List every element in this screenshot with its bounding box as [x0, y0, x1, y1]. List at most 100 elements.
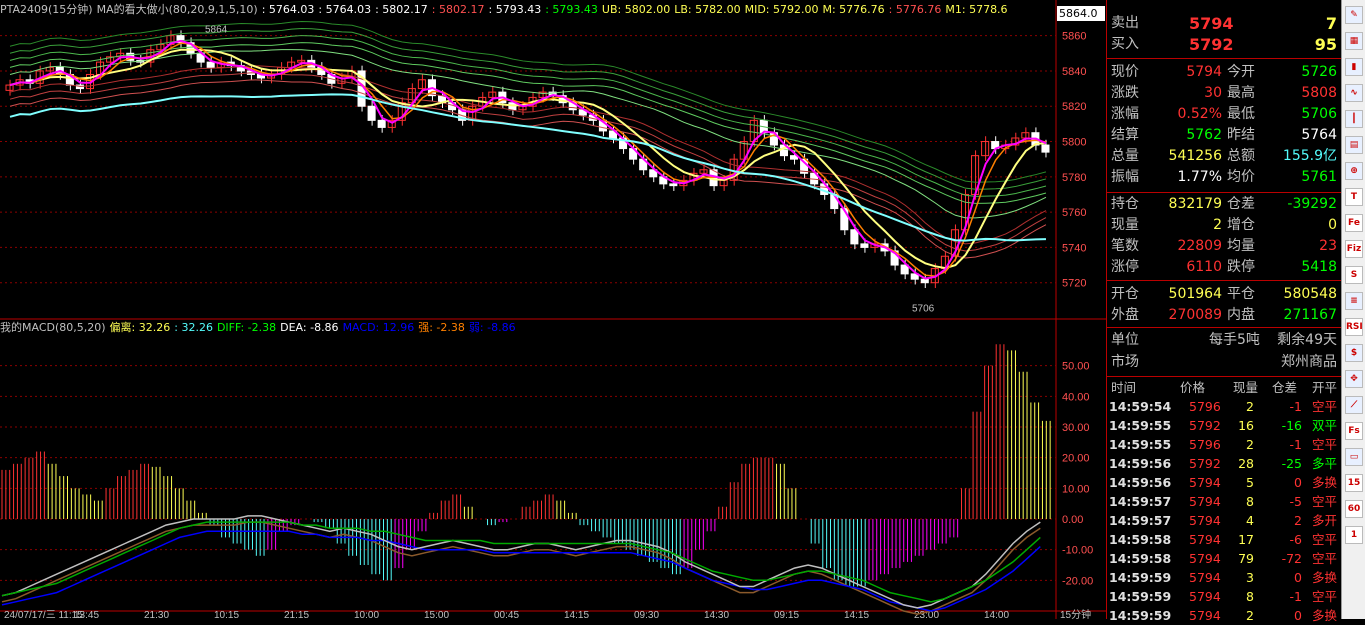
tick-t: 14:59:55 — [1109, 418, 1172, 433]
toolbar-button-fiz[interactable]: Fiz — [1345, 240, 1363, 258]
price-axis-label: 5740 — [1062, 242, 1086, 254]
quote-label: 今开 — [1227, 64, 1255, 80]
tick-v: 16 — [1238, 418, 1254, 433]
quote-value: 2 — [1213, 217, 1222, 233]
time-axis-label: 10:15 — [214, 610, 239, 619]
quote-value: 271167 — [1283, 307, 1337, 323]
tick-t: 14:59:57 — [1109, 494, 1172, 509]
tick-row: 14:59:59 5794 2 0 多换 — [1107, 606, 1342, 625]
tick-t: 14:59:59 — [1109, 589, 1172, 604]
quote-label: 涨幅 — [1111, 106, 1139, 122]
tick-k: 空平 — [1312, 532, 1338, 547]
tick-d: -1 — [1289, 589, 1302, 604]
quote-row: 涨停 6110 跌停 5418 — [1107, 257, 1342, 278]
tick-d: -16 — [1281, 418, 1302, 433]
candle-icon[interactable]: ┃ — [1345, 110, 1363, 128]
tick-d: 0 — [1294, 475, 1302, 490]
quote-value: 832179 — [1168, 196, 1222, 212]
divider — [1107, 376, 1342, 377]
tick-v: 4 — [1246, 513, 1254, 528]
tick-row: 14:59:58 5794 79 -72 空平 — [1107, 549, 1342, 568]
ma-cyan-line — [9, 93, 1046, 242]
move-icon[interactable]: ✥ — [1345, 370, 1363, 388]
low-mark-label: 5706 — [912, 303, 935, 314]
quote-value: 1.77% — [1177, 169, 1222, 185]
main-header-item: : 5793.43 — [488, 3, 542, 16]
tick-t: 14:59:59 — [1109, 570, 1172, 585]
toolbar-button-15[interactable]: 15 — [1345, 474, 1363, 492]
tick-t: 14:59:56 — [1109, 456, 1172, 471]
quote-value: 23 — [1319, 238, 1337, 254]
tick-header-time: 时间 — [1111, 380, 1137, 395]
list-icon[interactable]: ≡ — [1345, 292, 1363, 310]
ask-row: 卖出 5794 7 — [1107, 13, 1342, 34]
bar-icon[interactable]: ▮ — [1345, 58, 1363, 76]
dollar-icon[interactable]: $ — [1345, 344, 1363, 362]
ma-band-line — [9, 28, 1047, 190]
quote-value: 5726 — [1301, 64, 1337, 80]
quote-label: 现价 — [1111, 64, 1139, 80]
tick-d: 0 — [1294, 570, 1302, 585]
quote-label: 结算 — [1111, 127, 1139, 143]
candle-body — [1041, 144, 1050, 153]
toolbar-button-60[interactable]: 60 — [1345, 500, 1363, 518]
price-axis-label: 5720 — [1062, 278, 1086, 290]
quote-label: 跌停 — [1227, 259, 1255, 275]
tick-k: 空平 — [1312, 437, 1338, 452]
macd-header-item: 强: -2.38 — [418, 321, 465, 334]
candle-body — [920, 278, 929, 284]
tick-t: 14:59:58 — [1109, 551, 1172, 566]
main-header-item: UB: 5802.00 — [601, 3, 671, 16]
kline-chart-area[interactable]: 5860 5840 5820 5800 5780 5760 5740 5720 50.00 40.… — [0, 0, 1106, 619]
doc-icon[interactable]: ▭ — [1345, 448, 1363, 466]
toolbar-button-t[interactable]: T — [1345, 188, 1363, 206]
tick-p: 5796 — [1189, 437, 1221, 452]
kline-chart-svg[interactable]: 5860 5840 5820 5800 5780 5760 5740 5720 50.00 40.… — [0, 0, 1106, 619]
quote-label: 昨结 — [1227, 127, 1255, 143]
time-axis-label: 21:30 — [144, 610, 169, 619]
ask-volume: 7 — [1325, 14, 1337, 33]
tick-p: 5792 — [1189, 456, 1221, 471]
quote-label: 总额 — [1227, 148, 1255, 164]
macd-header-item: : 32.26 — [174, 321, 213, 334]
ruler-icon[interactable]: ⟋ — [1345, 396, 1363, 414]
chart-icon[interactable]: ▦ — [1345, 32, 1363, 50]
line-icon[interactable]: ∿ — [1345, 84, 1363, 102]
toolbar-button-1[interactable]: 1 — [1345, 526, 1363, 544]
price-axis-label: 5820 — [1062, 101, 1086, 113]
divider — [1107, 280, 1342, 281]
quote-value: 0.52% — [1177, 106, 1222, 122]
toolbar-button-fs[interactable]: Fs — [1345, 422, 1363, 440]
candle-body — [377, 119, 386, 128]
tick-v: 8 — [1246, 494, 1254, 509]
tick-k: 多平 — [1312, 456, 1338, 471]
main-header-item: MID: 5792.00 — [744, 3, 819, 16]
quote-row: 结算 5762 昨结 5764 — [1107, 125, 1342, 146]
main-header-item: M: 5776.76 — [822, 3, 885, 16]
pen-icon[interactable]: ✎ — [1345, 6, 1363, 24]
quote-value: 5761 — [1301, 169, 1337, 185]
ma-magenta-line — [9, 39, 1047, 280]
toolbar-button-rsi[interactable]: RSI — [1345, 318, 1363, 336]
tick-row: 14:59:59 5794 8 -1 空平 — [1107, 587, 1342, 606]
tick-d: -1 — [1289, 437, 1302, 452]
price-axis-label: 5840 — [1062, 66, 1086, 78]
tick-v: 28 — [1238, 456, 1254, 471]
zoom-icon[interactable]: ⊕ — [1345, 162, 1363, 180]
tick-p: 5796 — [1189, 399, 1221, 414]
tick-v: 79 — [1238, 551, 1254, 566]
tick-p: 5794 — [1189, 551, 1221, 566]
toolbar-button-fe[interactable]: Fe — [1345, 214, 1363, 232]
tick-row: 14:59:57 5794 8 -5 空平 — [1107, 492, 1342, 511]
tick-d: 2 — [1294, 513, 1302, 528]
main-header-item: : 5802.17 — [375, 3, 428, 16]
macd-axis-label: -20.00 — [1062, 575, 1093, 587]
grid-icon[interactable]: ▤ — [1345, 136, 1363, 154]
candle-body — [206, 61, 215, 68]
toolbar-button-s[interactable]: S — [1345, 266, 1363, 284]
main-header-item: : 5764.03 — [261, 3, 315, 16]
main-header-item: M1: 5778.6 — [945, 3, 1008, 16]
quote-row: 涨幅 0.52% 最低 5706 — [1107, 104, 1342, 125]
tick-p: 5794 — [1189, 494, 1221, 509]
time-axis-label: 14:15 — [844, 610, 869, 619]
